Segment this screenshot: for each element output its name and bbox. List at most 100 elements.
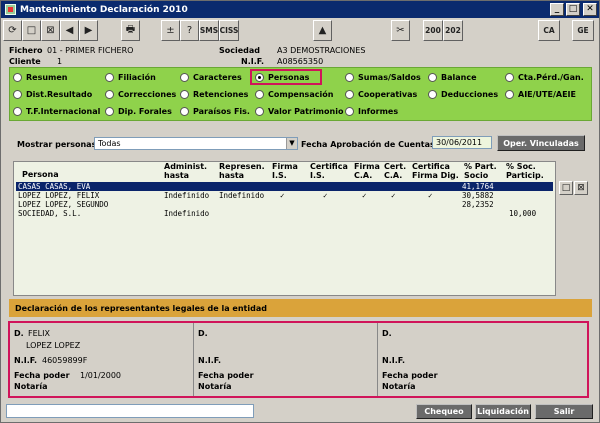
print-icon[interactable]: 🖶 bbox=[121, 20, 140, 41]
col-represen-hasta: hasta bbox=[219, 171, 245, 180]
section-dist-resultado[interactable]: Dist.Resultado bbox=[13, 90, 92, 99]
sociedad-label: Sociedad bbox=[219, 46, 261, 55]
fecha-aprobacion-label: Fecha Aprobación de Cuentas bbox=[301, 140, 435, 149]
plus-minus-icon[interactable]: ± bbox=[161, 20, 180, 41]
next-icon[interactable]: ▶ bbox=[79, 20, 98, 41]
table-row[interactable]: SOCIEDAD, S.L. Indefinido 10,000 bbox=[16, 209, 553, 218]
section-aie-ute-aeie[interactable]: AIE/UTE/AEIE bbox=[505, 90, 576, 99]
help-icon[interactable]: ? bbox=[180, 20, 199, 41]
radio-icon bbox=[180, 73, 189, 82]
radio-icon bbox=[255, 107, 264, 116]
radio-icon bbox=[345, 90, 354, 99]
radio-icon bbox=[105, 107, 114, 116]
section-cooperativas[interactable]: Cooperativas bbox=[345, 90, 417, 99]
fecha-aprobacion-input[interactable]: 30/06/2011 bbox=[432, 136, 492, 149]
section-filiacion[interactable]: Filiación bbox=[105, 73, 156, 82]
check-icon: ✓ bbox=[391, 191, 396, 200]
check-icon: ✓ bbox=[362, 191, 367, 200]
fichero-label: Fichero bbox=[9, 46, 43, 55]
col-part-socio: % Part. bbox=[464, 162, 497, 171]
col-soc-particip-sub: Particip. bbox=[506, 171, 544, 180]
col-firma-is-sub: I.S. bbox=[272, 171, 287, 180]
radio-icon bbox=[105, 90, 114, 99]
check-icon: ✓ bbox=[280, 191, 285, 200]
rep-name: FELIX bbox=[28, 329, 50, 338]
declaracion-title: Declaración de los representantes legale… bbox=[15, 303, 267, 313]
section-correcciones[interactable]: Correcciones bbox=[105, 90, 176, 99]
modelo-202-button[interactable]: 202 bbox=[443, 20, 463, 41]
status-field bbox=[6, 404, 254, 418]
table-row[interactable]: CASAS CASAS, EVA 41,1764 bbox=[16, 182, 553, 191]
ciss-button[interactable]: CISS bbox=[219, 20, 239, 41]
section-informes[interactable]: Informes bbox=[345, 107, 398, 116]
section-tf-internacional[interactable]: T.F.Internacional bbox=[13, 107, 100, 116]
modelo-200-button[interactable]: 200 bbox=[423, 20, 443, 41]
col-cert-ca-sub: C.A. bbox=[384, 171, 403, 180]
sms-button[interactable]: SMS bbox=[199, 20, 219, 41]
radio-icon bbox=[345, 107, 354, 116]
col-soc-particip: % Soc. bbox=[506, 162, 536, 171]
delete-row-icon[interactable]: ⊠ bbox=[574, 181, 588, 195]
section-resumen[interactable]: Resumen bbox=[13, 73, 68, 82]
oper-vinculadas-button[interactable]: Oper. Vinculadas bbox=[497, 135, 585, 151]
col-administ: Administ. bbox=[164, 162, 208, 171]
col-cert-ca: Cert. bbox=[384, 162, 407, 171]
section-balance[interactable]: Balance bbox=[428, 73, 477, 82]
new-record-icon[interactable]: □ bbox=[22, 20, 41, 41]
section-cta-perd-gan[interactable]: Cta.Pérd./Gan. bbox=[505, 73, 584, 82]
cliente-value: 1 bbox=[57, 57, 63, 66]
table-row[interactable]: LOPEZ LOPEZ, FELIX Indefinido Indefinido… bbox=[16, 191, 553, 200]
alert-icon[interactable]: ▲ bbox=[313, 20, 332, 41]
section-valor-patrimonio[interactable]: Valor Patrimonio bbox=[255, 107, 343, 116]
refresh-icon[interactable]: ⟳ bbox=[3, 20, 22, 41]
liquidacion-button[interactable]: Liquidación bbox=[475, 404, 531, 419]
salir-button[interactable]: Salir bbox=[535, 404, 593, 419]
chevron-down-icon[interactable]: ▼ bbox=[286, 138, 297, 149]
section-deducciones[interactable]: Deducciones bbox=[428, 90, 498, 99]
mostrar-personas-label: Mostrar personas bbox=[17, 140, 97, 149]
rep-nif: 46059899F bbox=[42, 356, 88, 365]
col-certifica-is-sub: I.S. bbox=[310, 171, 325, 180]
mostrar-personas-select[interactable]: Todas ▼ bbox=[94, 137, 298, 150]
table-row[interactable]: LOPEZ LOPEZ, SEGUNDO 28,2352 bbox=[16, 200, 553, 209]
nif-value: A08565350 bbox=[277, 57, 324, 66]
fichero-value: 01 - PRIMER FICHERO bbox=[47, 46, 134, 55]
radio-icon bbox=[505, 73, 514, 82]
radio-icon bbox=[428, 73, 437, 82]
chequeo-button[interactable]: Chequeo bbox=[416, 404, 472, 419]
section-compensacion[interactable]: Compensación bbox=[255, 90, 333, 99]
tools-icon[interactable]: ✂ bbox=[391, 20, 410, 41]
radio-icon bbox=[180, 90, 189, 99]
check-icon: ✓ bbox=[323, 191, 328, 200]
mostrar-personas-value: Todas bbox=[98, 139, 121, 148]
title-bar: Mantenimiento Declaración 2010 _ □ ✕ bbox=[1, 1, 599, 18]
section-paraisos-fis[interactable]: Paraísos Fis. bbox=[180, 107, 250, 116]
window-title: Mantenimiento Declaración 2010 bbox=[20, 4, 188, 15]
delete-record-icon[interactable]: ⊠ bbox=[41, 20, 60, 41]
section-retenciones[interactable]: Retenciones bbox=[180, 90, 248, 99]
main-window: Mantenimiento Declaración 2010 _ □ ✕ ⟳ □… bbox=[0, 0, 600, 423]
radio-icon bbox=[345, 73, 354, 82]
ge-button[interactable]: GE bbox=[572, 20, 594, 41]
close-button[interactable]: ✕ bbox=[583, 3, 597, 16]
representantes-panel: D. FELIX LOPEZ LOPEZ N.I.F. 46059899F Fe… bbox=[8, 321, 589, 398]
declaracion-header: Declaración de los representantes legale… bbox=[9, 299, 592, 317]
radio-icon bbox=[105, 73, 114, 82]
ca-button[interactable]: CA bbox=[538, 20, 560, 41]
minimize-button[interactable]: _ bbox=[550, 3, 564, 16]
check-icon: ✓ bbox=[428, 191, 433, 200]
radio-icon bbox=[505, 90, 514, 99]
section-caracteres[interactable]: Caracteres bbox=[180, 73, 242, 82]
app-icon bbox=[5, 4, 16, 15]
rep-surname: LOPEZ LOPEZ bbox=[26, 341, 81, 350]
representante-1: D. FELIX LOPEZ LOPEZ N.I.F. 46059899F Fe… bbox=[10, 323, 194, 396]
toolbar: ⟳ □ ⊠ ◀ ▶ 🖶 ± ? SMS CISS ▲ ✂ 200 202 CA … bbox=[3, 20, 597, 42]
representante-3: D. N.I.F. Fecha poder Notaría bbox=[382, 329, 438, 391]
section-dip-forales[interactable]: Dip. Forales bbox=[105, 107, 172, 116]
maximize-button[interactable]: □ bbox=[566, 3, 580, 16]
personas-table: Persona Administ. hasta Represen. hasta … bbox=[13, 161, 556, 296]
previous-icon[interactable]: ◀ bbox=[60, 20, 79, 41]
col-administ-hasta: hasta bbox=[164, 171, 190, 180]
add-row-icon[interactable]: □ bbox=[559, 181, 573, 195]
section-sumas-saldos[interactable]: Sumas/Saldos bbox=[345, 73, 421, 82]
